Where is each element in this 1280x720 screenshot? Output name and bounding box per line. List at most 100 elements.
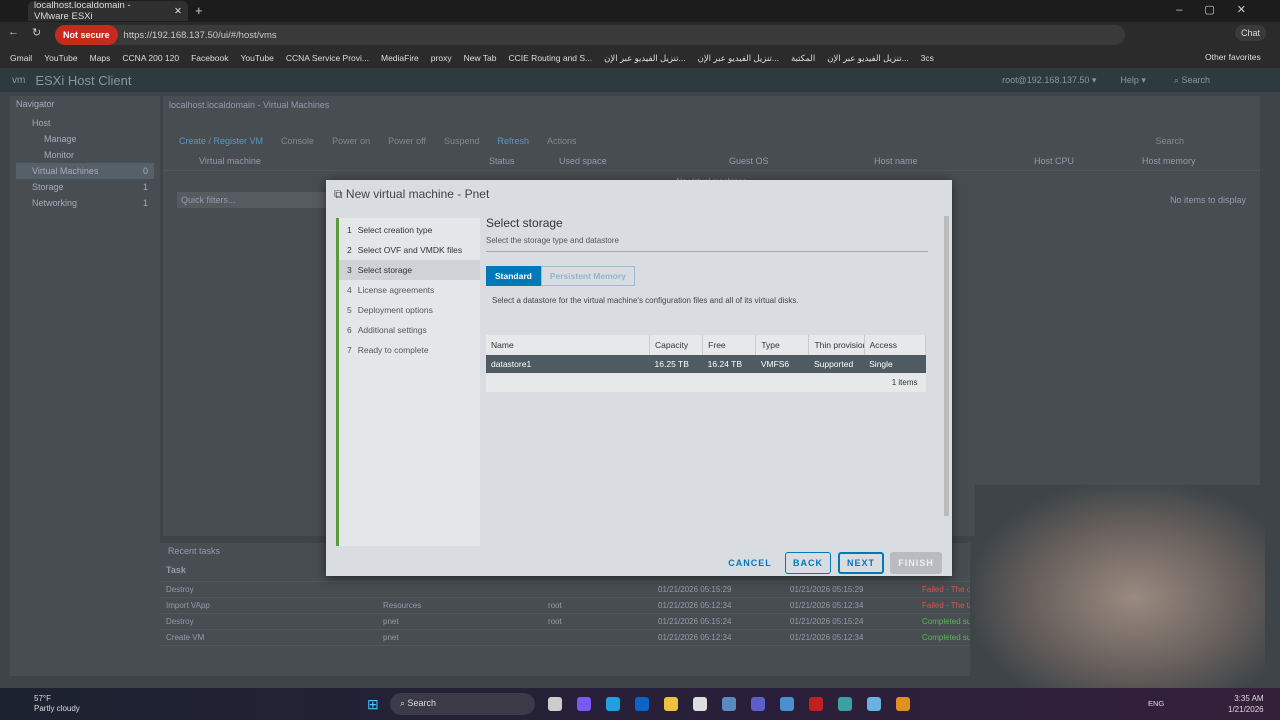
toolbar-button[interactable]: Power on xyxy=(332,136,370,146)
cancel-button[interactable]: CANCEL xyxy=(724,552,776,574)
address-bar-row: ← ↻ Not secure https://192.168.137.50/ui/… xyxy=(0,22,1280,48)
bookmark[interactable]: تنزيل الفيديو عبر الإن... xyxy=(698,53,779,64)
task-row[interactable]: Import VApp Resources root 01/21/2026 05:12… xyxy=(160,598,970,614)
wizard-step[interactable]: 5 Deployment options xyxy=(339,300,480,320)
task-row[interactable]: Create VM pnet 01/21/2026 05:12:34 01/21/20… xyxy=(160,630,970,646)
datastore-name: datastore1 xyxy=(486,355,650,373)
app-icon[interactable] xyxy=(548,697,562,711)
teams-icon[interactable] xyxy=(751,697,765,711)
task-started: 01/21/2026 05:15:29 xyxy=(790,585,864,594)
app-icon[interactable] xyxy=(722,697,736,711)
toolbar-button[interactable]: Create / Register VM xyxy=(179,136,263,146)
datastore-row[interactable]: datastore1 16.25 TB 16.24 TB VMFS6 Supported… xyxy=(486,355,926,373)
not-secure-badge[interactable]: Not secure xyxy=(55,25,118,45)
datastore-column-header[interactable]: Type xyxy=(755,335,810,355)
chat-button[interactable]: Chat xyxy=(1235,25,1267,41)
toolbar-button[interactable]: Suspend xyxy=(444,136,480,146)
task-queued: 01/21/2026 05:12:34 xyxy=(658,601,732,610)
vmware-icon[interactable] xyxy=(896,697,910,711)
task-row[interactable]: Destroy pnet root 01/21/2026 05:15:24 01/21/… xyxy=(160,614,970,630)
nav-item[interactable]: Virtual Machines 0 xyxy=(16,163,154,179)
wizard-step[interactable]: 3 Select storage xyxy=(339,260,480,280)
app-header: vm ESXi Host Client root@192.168.137.50 … xyxy=(0,68,1280,92)
close-icon[interactable]: ✕ xyxy=(174,6,182,17)
nav-item[interactable]: Networking 1 xyxy=(16,195,154,211)
column-header[interactable]: Host name xyxy=(874,156,1034,166)
edge-icon[interactable] xyxy=(606,697,620,711)
notepad-icon[interactable] xyxy=(780,697,794,711)
toolbar-button[interactable]: Power off xyxy=(388,136,426,146)
app-icon[interactable] xyxy=(838,697,852,711)
bookmark[interactable]: تنزيل الفيديو عبر الإن... xyxy=(827,53,908,64)
window-controls[interactable]: –▢✕ xyxy=(1176,3,1268,16)
help-menu[interactable]: Help ▾ xyxy=(1120,75,1146,86)
bookmark[interactable]: Gmail xyxy=(10,53,32,63)
finish-button[interactable]: FINISH xyxy=(890,552,942,574)
bookmark[interactable]: Maps xyxy=(90,53,111,63)
weather-widget[interactable]: 57°F Partly cloudy xyxy=(34,694,80,714)
vm-search[interactable]: Search xyxy=(1155,136,1184,146)
wizard-step[interactable]: 1 Select creation type xyxy=(339,220,480,240)
url-bar[interactable]: Not secure https://192.168.137.50/ui/#/ho… xyxy=(55,25,1125,45)
nav-item[interactable]: Manage xyxy=(16,131,154,147)
bookmark[interactable]: YouTube xyxy=(240,53,273,63)
bookmark[interactable]: المكتبة xyxy=(791,53,815,64)
column-header[interactable]: Host memory xyxy=(1142,156,1242,166)
back-button[interactable]: BACK xyxy=(785,552,831,574)
nav-item[interactable]: Host xyxy=(16,115,154,131)
bookmark[interactable]: YouTube xyxy=(44,53,77,63)
wizard-step[interactable]: 7 Ready to complete xyxy=(339,340,480,360)
windows-start-icon[interactable]: ⊞ xyxy=(367,696,379,713)
bookmark[interactable]: Facebook xyxy=(191,53,228,63)
next-button[interactable]: NEXT xyxy=(838,552,884,574)
store-icon[interactable] xyxy=(693,697,707,711)
datastore-column-header[interactable]: Thin provisioning xyxy=(808,335,865,355)
toolbar-button[interactable]: Console xyxy=(281,136,314,146)
datastore-column-header[interactable]: Free xyxy=(702,335,757,355)
bookmark[interactable]: تنزيل الفيديو عبر الإن... xyxy=(604,53,685,64)
bookmark[interactable]: proxy xyxy=(431,53,452,63)
bookmark[interactable]: 3cs xyxy=(921,53,934,63)
reload-icon[interactable]: ↻ xyxy=(32,26,41,39)
task-row[interactable]: Destroy 01/21/2026 05:15:29 01/21/2026 05:… xyxy=(160,582,970,598)
scrollbar[interactable] xyxy=(944,216,949,516)
user-menu[interactable]: root@192.168.137.50 ▾ xyxy=(1002,75,1096,86)
filezilla-icon[interactable] xyxy=(809,697,823,711)
clock[interactable]: 3:35 AM 1/21/2026 xyxy=(1228,693,1264,715)
standard-tab[interactable]: Standard xyxy=(486,266,541,286)
bookmark[interactable]: MediaFire xyxy=(381,53,419,63)
bookmark[interactable]: New Tab xyxy=(464,53,497,63)
wizard-step[interactable]: 6 Additional settings xyxy=(339,320,480,340)
bookmark[interactable]: CCNA Service Provi... xyxy=(286,53,369,63)
column-header[interactable]: Virtual machine xyxy=(179,156,489,166)
persistent-memory-tab[interactable]: Persistent Memory xyxy=(540,266,635,286)
nav-item[interactable]: Monitor xyxy=(16,147,154,163)
copilot-icon[interactable] xyxy=(577,697,591,711)
bookmark[interactable]: CCNA 200 120 xyxy=(122,53,179,63)
bookmark[interactable]: CCIE Routing and S... xyxy=(509,53,593,63)
nav-item[interactable]: Storage 1 xyxy=(16,179,154,195)
explorer-icon[interactable] xyxy=(664,697,678,711)
back-icon[interactable]: ← xyxy=(8,26,19,38)
taskbar-search[interactable]: ⌕ Search xyxy=(390,693,535,715)
other-favorites[interactable]: Other favorites xyxy=(1205,52,1261,62)
wizard-step[interactable]: 4 License agreements xyxy=(339,280,480,300)
column-header[interactable]: Host CPU xyxy=(1034,156,1142,166)
new-tab-button[interactable]: + xyxy=(195,3,203,18)
app-icon[interactable] xyxy=(867,697,881,711)
outlook-icon[interactable] xyxy=(635,697,649,711)
pinned-apps xyxy=(548,697,910,711)
column-header[interactable]: Used space xyxy=(559,156,729,166)
quick-filters[interactable]: Quick filters... xyxy=(177,192,327,208)
toolbar-button[interactable]: Actions xyxy=(547,136,577,146)
wizard-step[interactable]: 2 Select OVF and VMDK files xyxy=(339,240,480,260)
datastore-column-header[interactable]: Capacity xyxy=(649,335,704,355)
datastore-column-header[interactable]: Name xyxy=(486,335,651,355)
app-search[interactable]: ⌕ Search xyxy=(1174,75,1210,86)
toolbar-button[interactable]: Refresh xyxy=(497,136,529,146)
column-header[interactable]: Guest OS xyxy=(729,156,874,166)
language[interactable]: ENG xyxy=(1148,699,1164,708)
datastore-column-header[interactable]: Access xyxy=(864,335,927,355)
browser-tab[interactable]: localhost.localdomain - VMware ESXi ✕ xyxy=(28,0,188,22)
column-header[interactable]: Status xyxy=(489,156,559,166)
